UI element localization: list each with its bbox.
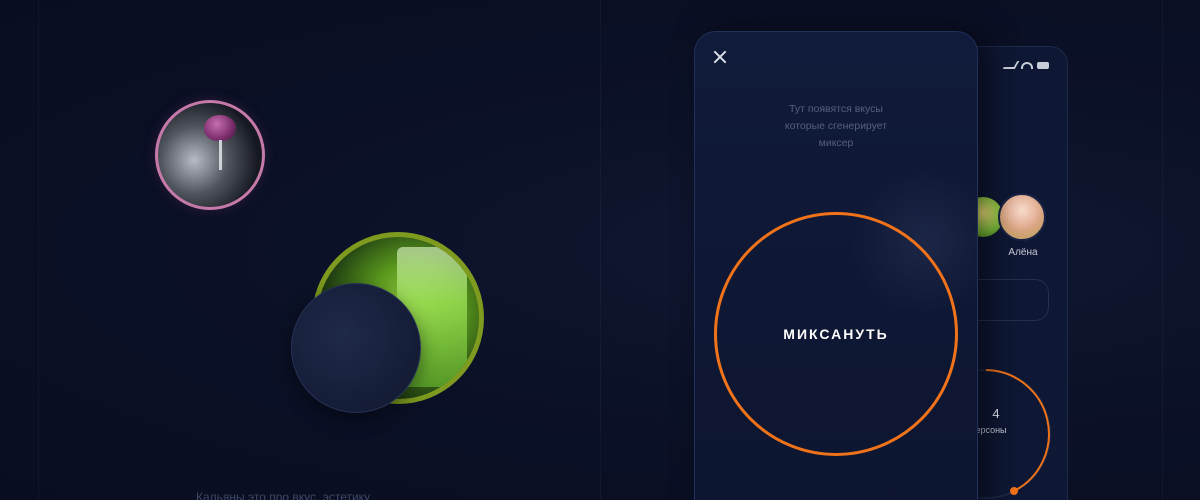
cocktail-glass-stem: [219, 140, 222, 170]
intro-caption: Кальяны это про вкус, эстетику: [196, 490, 371, 500]
mixer-hint-text: Тут появятся вкусы которые сгенерирует м…: [735, 101, 937, 152]
persons-handle[interactable]: [1010, 487, 1018, 495]
battery-icon: [1037, 61, 1049, 69]
hint-line: Тут появятся вкусы: [789, 103, 883, 115]
guide-line: [38, 0, 39, 500]
close-icon[interactable]: [711, 48, 729, 66]
wifi-icon: [1021, 61, 1033, 69]
mix-button-label: МИКСАНУТЬ: [783, 326, 889, 342]
phone-mixer-screen: Тут появятся вкусы которые сгенерирует м…: [694, 31, 978, 500]
avatar-name: Алёна: [1008, 247, 1038, 258]
hint-line: миксер: [818, 137, 854, 149]
empty-bubble: [291, 283, 421, 413]
signal-icon: [1002, 61, 1020, 69]
canvas: Кальяны это про вкус, эстетику а Алёна 4…: [0, 0, 1200, 500]
cocktail-purple-bubble: [155, 100, 265, 210]
hint-line: которые сгенерирует: [784, 120, 888, 132]
persons-count: 4: [992, 406, 1000, 421]
guide-line: [1162, 0, 1163, 500]
mix-button[interactable]: МИКСАНУТЬ: [714, 212, 958, 456]
cocktail-glass-image: [204, 115, 236, 141]
avatar-alena[interactable]: [998, 193, 1046, 241]
guide-line: [600, 0, 601, 500]
status-bar: [1002, 61, 1049, 69]
